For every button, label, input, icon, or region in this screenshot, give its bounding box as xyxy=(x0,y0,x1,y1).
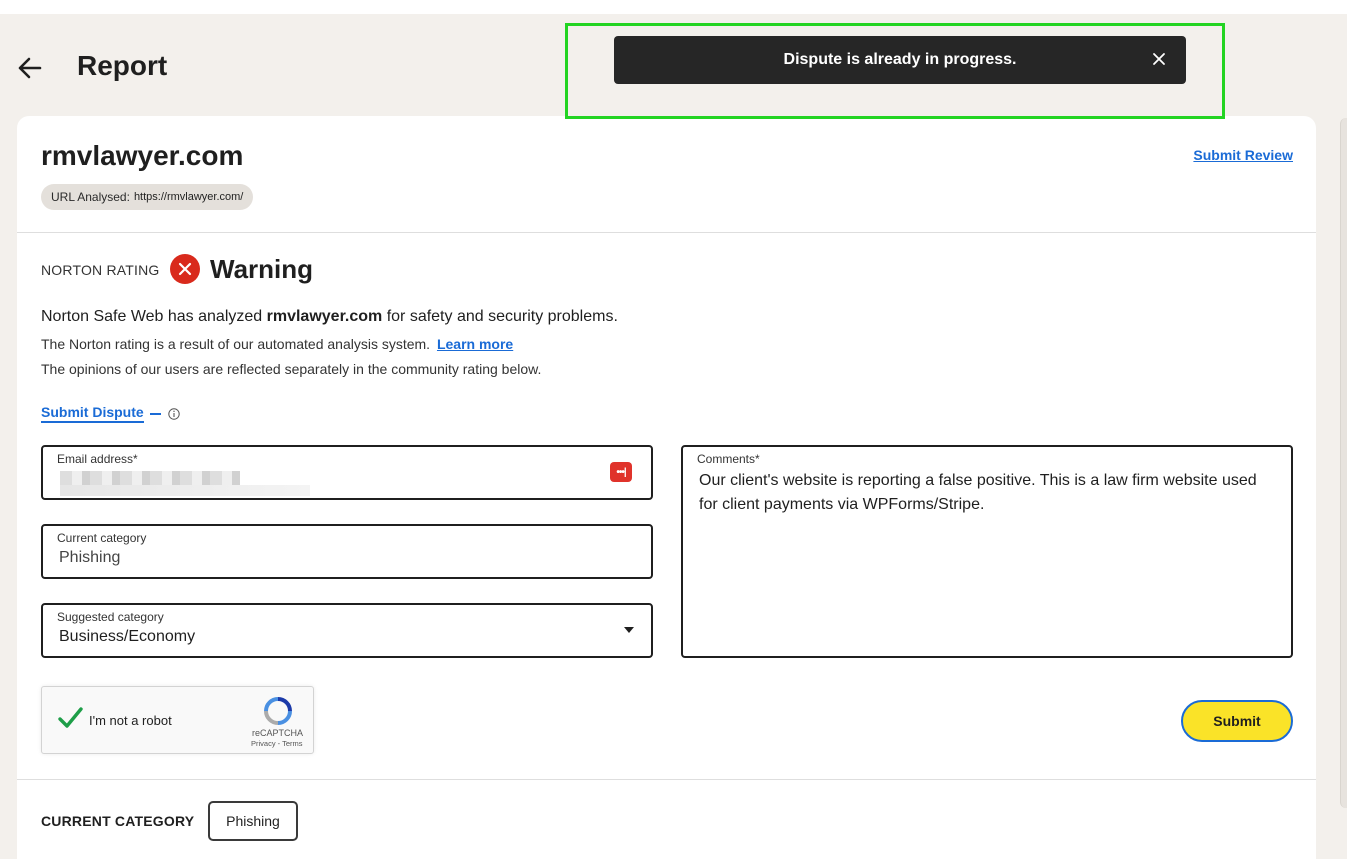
email-field[interactable]: Email address* •••| xyxy=(41,445,653,500)
category-chip: Phishing xyxy=(208,801,298,841)
analysis-text: Norton Safe Web has analyzed rmvlawyer.c… xyxy=(41,308,618,326)
checkmark-icon[interactable] xyxy=(56,704,84,732)
password-manager-icon[interactable]: •••| xyxy=(610,462,632,482)
suggested-category-label: Suggested category xyxy=(57,610,164,624)
report-card: rmvlawyer.com URL Analysed: https://rmvl… xyxy=(17,116,1316,859)
url-value: https://rmvlawyer.com/ xyxy=(133,191,244,203)
collapse-icon xyxy=(149,412,161,415)
rating-value: Warning xyxy=(210,254,314,284)
redacted-email-shadow xyxy=(60,485,310,496)
redacted-email-value xyxy=(60,471,240,485)
recaptcha-logo-icon xyxy=(264,697,292,725)
suggested-category-value: Business/Economy xyxy=(59,628,196,645)
toast-highlight: Dispute is already in progress. xyxy=(565,23,1225,119)
submit-button[interactable]: Submit xyxy=(1181,700,1293,742)
submit-dispute-toggle[interactable]: Submit Dispute xyxy=(41,404,180,423)
url-analysed-pill: URL Analysed: https://rmvlawyer.com/ xyxy=(41,184,254,210)
current-category-heading: CURRENT CATEGORY xyxy=(41,813,195,829)
side-panel-edge xyxy=(1340,118,1347,808)
rating-note-text: The Norton rating is a result of our aut… xyxy=(41,336,431,352)
analysis-suffix: for safety and security problems. xyxy=(382,308,618,325)
comments-label: Comments* xyxy=(697,452,760,466)
current-category-label: Current category xyxy=(57,531,147,545)
dropdown-caret-icon xyxy=(624,627,634,633)
warning-x-icon xyxy=(170,254,200,284)
analysis-prefix: Norton Safe Web has analyzed xyxy=(41,308,267,325)
submit-dispute-label: Submit Dispute xyxy=(41,404,144,423)
divider xyxy=(17,779,1316,780)
domain-title: rmvlawyer.com xyxy=(41,140,244,171)
toast-message: Dispute is already in progress. xyxy=(783,51,1017,68)
learn-more-link[interactable]: Learn more xyxy=(437,336,513,352)
analysis-domain: rmvlawyer.com xyxy=(266,308,383,325)
recaptcha-links[interactable]: Privacy - Terms xyxy=(251,739,303,748)
url-label: URL Analysed: xyxy=(51,190,130,204)
recaptcha-brand: reCAPTCHA xyxy=(252,728,304,738)
divider xyxy=(17,232,1316,233)
current-category-value: Phishing xyxy=(59,549,121,566)
recaptcha-widget[interactable]: I'm not a robot reCAPTCHA Privacy - Term… xyxy=(41,686,314,754)
info-icon[interactable] xyxy=(167,407,180,420)
submit-review-link[interactable]: Submit Review xyxy=(1193,147,1293,163)
back-arrow-icon[interactable] xyxy=(14,52,46,84)
toast-notification: Dispute is already in progress. xyxy=(614,36,1186,84)
community-note: The opinions of our users are reflected … xyxy=(41,361,542,377)
comments-textarea[interactable]: Comments* Our client's website is report… xyxy=(681,445,1293,658)
comments-value: Our client's website is reporting a fals… xyxy=(699,472,1257,513)
rating-note: The Norton rating is a result of our aut… xyxy=(41,336,513,352)
captcha-label: I'm not a robot xyxy=(89,713,172,728)
top-bar xyxy=(0,0,1347,14)
suggested-category-select[interactable]: Suggested category Business/Economy xyxy=(41,603,653,658)
email-label: Email address* xyxy=(57,452,138,466)
current-category-field[interactable]: Current category Phishing xyxy=(41,524,653,579)
page-title: Report xyxy=(77,50,168,81)
close-icon[interactable] xyxy=(1150,50,1168,68)
rating-label: NORTON RATING xyxy=(41,262,160,278)
